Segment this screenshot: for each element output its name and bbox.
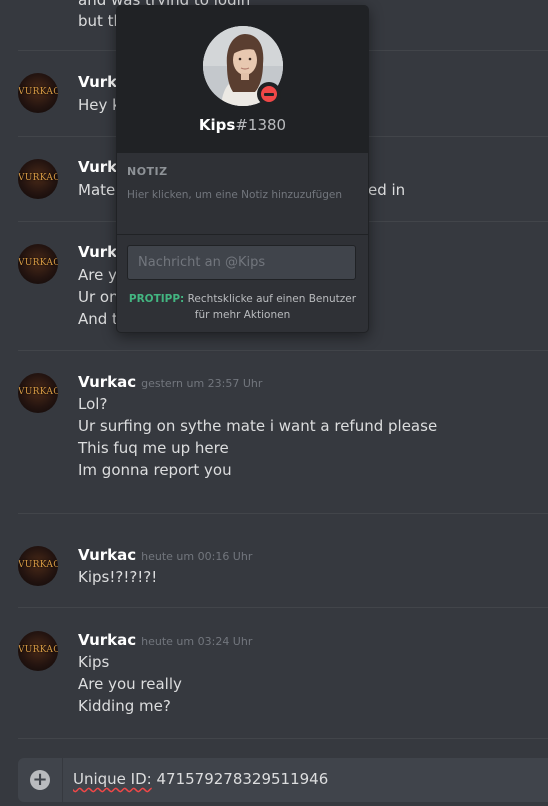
message-line: Lol? [78,395,108,413]
user-popout: Kips#1380 NOTIZ Hier klicken, um eine No… [116,5,369,333]
timestamp[interactable]: gestern um 23:57 Uhr [141,377,262,390]
avatar[interactable]: VURKAC [18,159,58,199]
message-divider [18,513,548,514]
popout-divider [117,234,368,235]
message-input-text: 471579278329511946 [151,770,329,788]
message-line: Kips!?!?!?! [78,568,158,586]
protip-text: Rechtsklicke auf einen Benutzer für mehr… [184,293,357,321]
direct-message-input[interactable]: Nachricht an @Kips [127,245,356,280]
message-header: Vurkac gestern um 23:57 Uhr [78,373,262,391]
message-line: This fuq me up here [78,439,229,457]
message-header: Vurkac heute um 03:24 Uhr [78,631,252,649]
message-line: Mate [78,181,116,199]
message-divider [18,350,548,351]
message-composer[interactable]: + Unique ID: 471579278329511946 [18,758,548,802]
protip: PROTIPP: Rechtsklicke auf einen Benutzer… [125,291,360,323]
misspelled-word: Unique ID: [73,770,152,788]
message-line: Kips [78,653,110,671]
composer-divider [62,758,63,802]
author-name[interactable]: Vurkac [78,546,136,564]
plus-circle-icon[interactable]: + [30,770,50,790]
avatar[interactable]: VURKAC [18,546,58,586]
popout-username[interactable]: Kips#1380 [117,116,368,134]
timestamp[interactable]: heute um 03:24 Uhr [141,635,252,648]
protip-label: PROTIPP: [128,293,185,305]
message-divider [18,607,548,608]
message-line: Are you really [78,675,182,693]
username: Kips [198,116,236,134]
message-line: ed in [368,181,406,199]
message-input[interactable]: Unique ID: 471579278329511946 [73,770,328,788]
avatar[interactable]: VURKAC [18,73,58,113]
avatar[interactable]: VURKAC [18,244,58,284]
message-line: Im gonna report you [78,461,232,479]
message-header: Vurkac heute um 00:16 Uhr [78,546,252,564]
avatar[interactable]: VURKAC [18,373,58,413]
message-line: Ur surfing on sythe mate i want a refund… [78,417,438,435]
message-line: Hey k [78,96,121,114]
timestamp[interactable]: heute um 00:16 Uhr [141,550,252,563]
author-name[interactable]: Vurkac [78,631,136,649]
author-name[interactable]: Vurkac [78,373,136,391]
note-label: NOTIZ [127,165,168,178]
message-divider [18,738,548,739]
message-line: Ur on [78,288,119,306]
avatar[interactable]: VURKAC [18,631,58,671]
dnd-status-icon [257,82,281,106]
message-line: Kidding me? [78,697,171,715]
discriminator: #1380 [235,116,287,134]
note-input[interactable]: Hier klicken, um eine Notiz hinzuzufügen [127,189,342,201]
popout-header: Kips#1380 [117,6,368,153]
